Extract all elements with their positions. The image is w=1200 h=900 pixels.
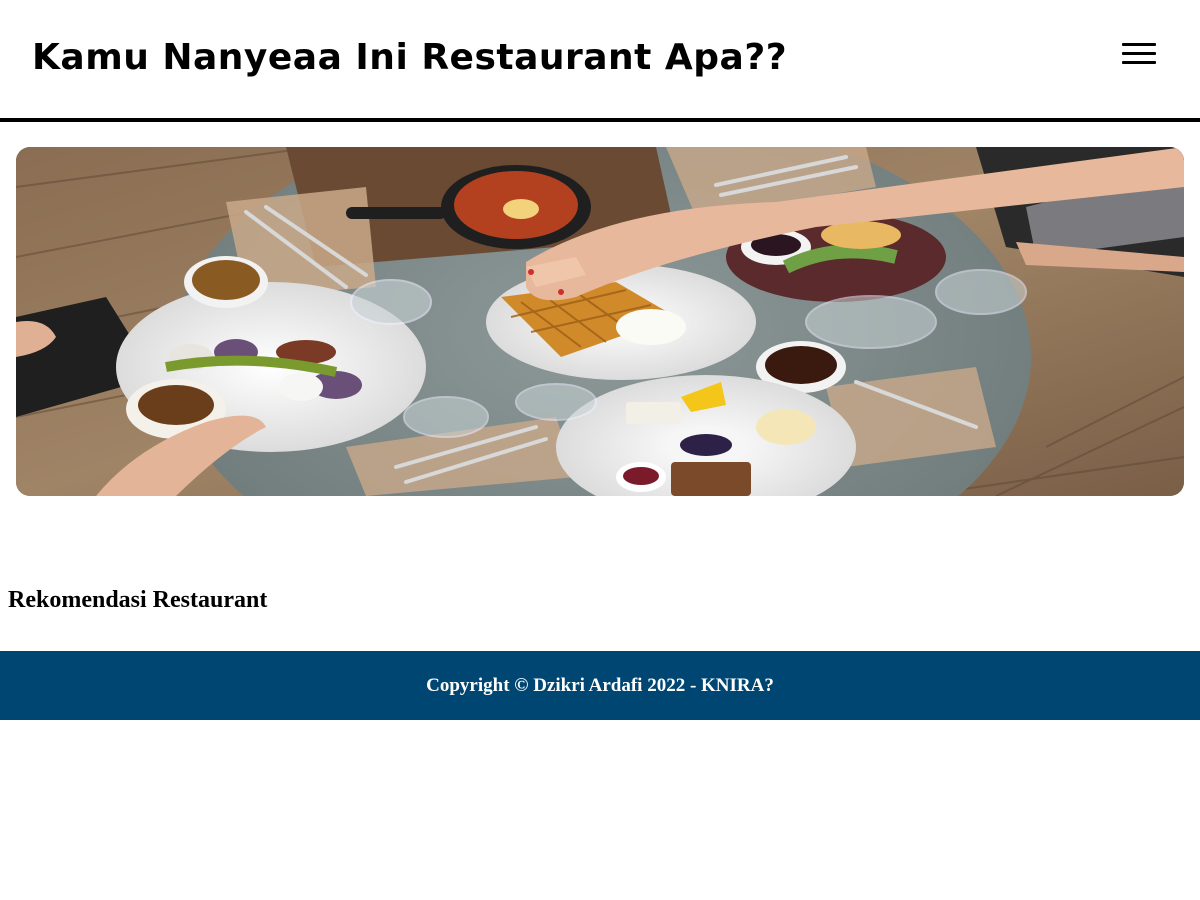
site-title: Kamu Nanyeaa Ini Restaurant Apa??: [32, 37, 788, 78]
hero-image: [16, 147, 1184, 496]
site-footer: Copyright © Dzikri Ardafi 2022 - KNIRA?: [0, 651, 1200, 720]
footer-copyright: Copyright © Dzikri Ardafi 2022 - KNIRA?: [426, 674, 774, 696]
hamburger-menu-icon[interactable]: [1118, 38, 1160, 70]
site-header: Kamu Nanyeaa Ini Restaurant Apa??: [0, 0, 1200, 122]
section-title-recommendations: Rekomendasi Restaurant: [8, 587, 268, 613]
